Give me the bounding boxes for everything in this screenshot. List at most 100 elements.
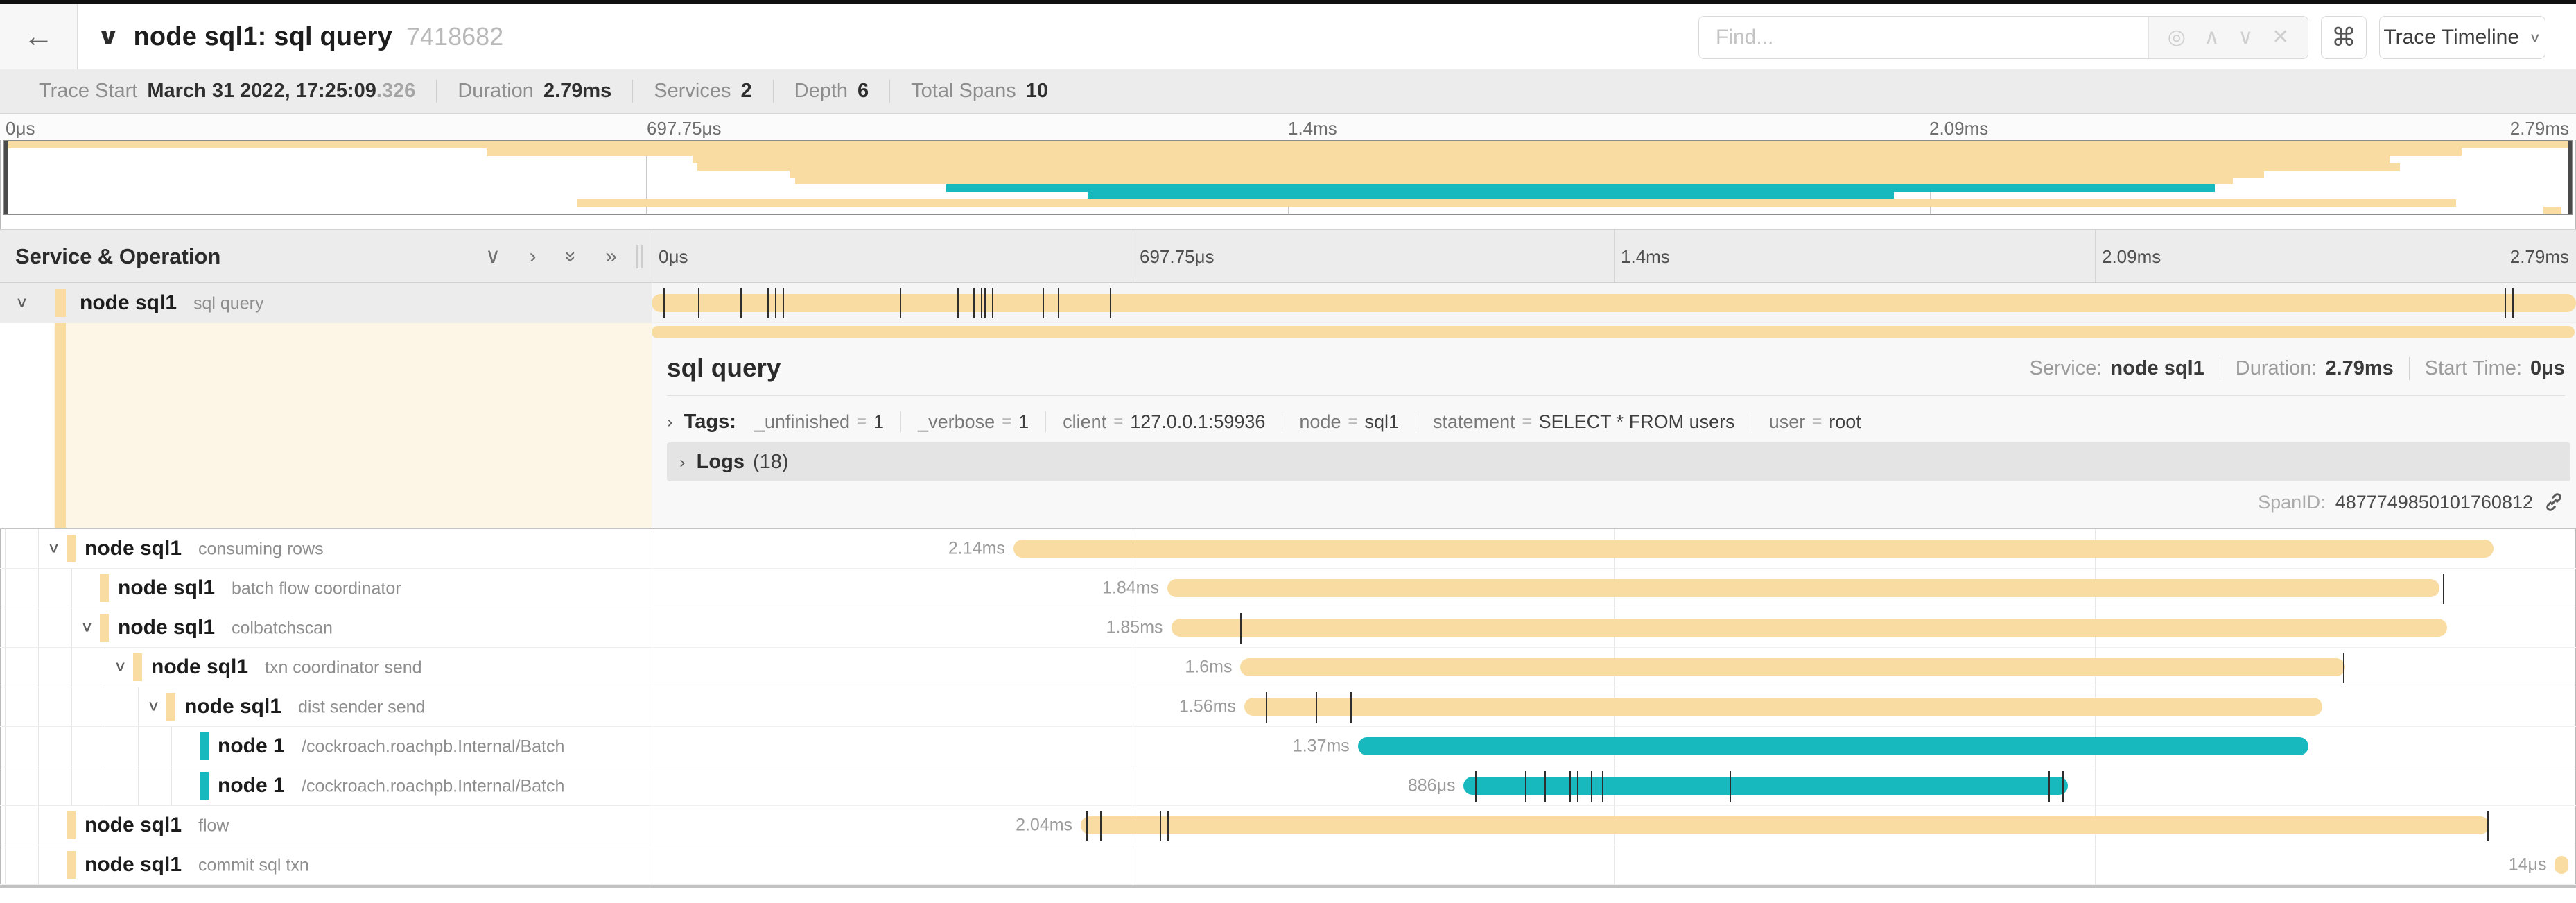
find-buttons: ◎ ∧ ∨ ✕ bbox=[2148, 17, 2308, 58]
detail-meta-item: Duration:2.79ms bbox=[2220, 357, 2409, 380]
tree-chevron-icon[interactable]: ∨ bbox=[80, 618, 94, 635]
span-bar-cell[interactable] bbox=[652, 283, 2576, 323]
service-operation-header: Service & Operation bbox=[15, 230, 220, 284]
find-next-icon[interactable]: ∨ bbox=[2238, 27, 2253, 48]
tree-chevron-icon[interactable]: ∨ bbox=[47, 539, 60, 556]
span-bar-cell[interactable]: 1.37ms bbox=[652, 727, 2576, 766]
column-resizer[interactable] bbox=[636, 245, 646, 268]
expand-all-icon[interactable]: » bbox=[605, 246, 617, 267]
trace-view-selector[interactable]: Trace Timeline ∨ bbox=[2379, 16, 2545, 59]
span-duration-bar[interactable] bbox=[1013, 540, 2494, 558]
operation-name: /cockroach.roachpb.Internal/Batch bbox=[302, 737, 564, 757]
trace-minimap[interactable] bbox=[3, 140, 2573, 215]
tags-accordion[interactable]: › Tags: _unfinished=1_verbose=1client=12… bbox=[667, 405, 1861, 438]
span-duration-bar[interactable] bbox=[2555, 856, 2568, 874]
logs-accordion[interactable]: › Logs (18) bbox=[667, 442, 2570, 481]
span-tree-cell[interactable]: ∨node sql1consuming rows bbox=[0, 529, 652, 569]
operation-name: colbatchscan bbox=[232, 619, 333, 639]
keyboard-shortcuts-button[interactable]: ⌘ bbox=[2321, 16, 2367, 59]
tree-indent-guide bbox=[5, 727, 6, 766]
find-input[interactable] bbox=[1699, 17, 2148, 58]
tree-chevron-icon[interactable]: ∨ bbox=[114, 657, 127, 675]
span-row: ∨node sql1txn coordinator send1.6ms bbox=[0, 648, 2576, 687]
detail-meta-label: Duration: bbox=[2236, 357, 2317, 380]
span-duration-bar[interactable] bbox=[1240, 658, 2344, 676]
tree-indent-guide bbox=[71, 608, 72, 647]
span-duration-bar[interactable] bbox=[1172, 619, 2447, 637]
span-bar-cell[interactable]: 1.84ms bbox=[652, 569, 2576, 608]
span-id-value: 4877749850101760812 bbox=[2335, 492, 2533, 513]
tree-indent-guide bbox=[5, 608, 6, 647]
tag-value: 1 bbox=[1018, 411, 1029, 433]
minimap-right-scrubber[interactable] bbox=[2568, 141, 2572, 214]
view-selector-label: Trace Timeline bbox=[2383, 26, 2519, 49]
span-bar-cell[interactable]: 1.85ms bbox=[652, 608, 2576, 648]
collapse-one-icon[interactable]: ∨ bbox=[485, 246, 501, 267]
span-tree-cell[interactable]: node 1/cockroach.roachpb.Internal/Batch bbox=[0, 727, 652, 766]
tree-indent-guide bbox=[5, 845, 6, 884]
span-tree-cell[interactable]: node sql1commit sql txn bbox=[0, 845, 652, 885]
span-bar-cell[interactable]: 1.56ms bbox=[652, 687, 2576, 727]
span-tree-cell[interactable]: node sql1batch flow coordinator bbox=[0, 569, 652, 608]
service-name: node 1 bbox=[218, 774, 285, 798]
locate-icon[interactable]: ◎ bbox=[2168, 27, 2186, 48]
minimap-canvas[interactable] bbox=[4, 141, 2572, 214]
span-bar-cell[interactable]: 14μs bbox=[652, 845, 2576, 885]
detail-span-bar[interactable] bbox=[652, 326, 2575, 338]
log-marker bbox=[1110, 288, 1111, 318]
log-marker bbox=[698, 288, 699, 318]
span-duration-bar[interactable] bbox=[652, 294, 2576, 312]
span-bar-cell[interactable]: 886μs bbox=[652, 766, 2576, 806]
log-marker bbox=[1577, 771, 1578, 802]
span-tree-cell[interactable]: ∨node sql1sql query bbox=[0, 283, 652, 323]
span-tree-cell[interactable]: node sql1flow bbox=[0, 806, 652, 845]
span-bar-cell[interactable]: 2.14ms bbox=[652, 529, 2576, 569]
log-marker bbox=[1058, 288, 1059, 318]
span-duration-label: 2.14ms bbox=[948, 539, 1005, 559]
minimap-span-bar bbox=[2543, 207, 2561, 214]
find-clear-icon[interactable]: ✕ bbox=[2272, 27, 2289, 48]
span-detail-title: sql query bbox=[667, 354, 781, 383]
span-duration-bar[interactable] bbox=[1358, 737, 2308, 755]
tree-chevron-icon[interactable]: ∨ bbox=[15, 293, 28, 311]
service-color-bar bbox=[133, 653, 142, 681]
log-marker bbox=[1591, 771, 1592, 802]
find-group: ◎ ∧ ∨ ✕ bbox=[1698, 16, 2308, 59]
summary-value-suffix: .326 bbox=[376, 80, 415, 103]
back-button[interactable]: ← bbox=[0, 4, 78, 69]
span-duration-bar[interactable] bbox=[1244, 698, 2322, 716]
command-icon: ⌘ bbox=[2331, 23, 2356, 52]
find-prev-icon[interactable]: ∧ bbox=[2204, 27, 2220, 48]
span-row: node 1/cockroach.roachpb.Internal/Batch8… bbox=[0, 766, 2576, 806]
summary-label: Depth bbox=[794, 80, 848, 103]
collapse-all-icon[interactable]: » bbox=[560, 251, 581, 263]
span-tree-cell[interactable]: node 1/cockroach.roachpb.Internal/Batch bbox=[0, 766, 652, 806]
tag-key: _unfinished bbox=[754, 411, 850, 433]
span-tree-cell[interactable]: ∨node sql1dist sender send bbox=[0, 687, 652, 727]
tag-equals: = bbox=[1113, 412, 1123, 431]
summary-label: Services bbox=[654, 80, 731, 103]
link-icon[interactable] bbox=[2543, 491, 2565, 513]
summary-item: Services2 bbox=[632, 80, 772, 103]
expand-one-icon[interactable]: › bbox=[530, 246, 537, 267]
tree-chevron-icon[interactable]: ∨ bbox=[147, 697, 160, 714]
trace-collapse-icon[interactable]: ∨ bbox=[97, 24, 119, 50]
span-row-selected: ∨node sql1sql query bbox=[0, 283, 2576, 323]
span-tree-cell[interactable]: ∨node sql1colbatchscan bbox=[0, 608, 652, 648]
tree-indent-guide bbox=[5, 687, 6, 726]
summary-item: Total Spans10 bbox=[889, 80, 1069, 103]
tag-equals: = bbox=[857, 412, 867, 431]
span-tree-cell[interactable]: ∨node sql1txn coordinator send bbox=[0, 648, 652, 687]
span-duration-bar[interactable] bbox=[1081, 816, 2489, 834]
span-duration-bar[interactable] bbox=[1463, 777, 2068, 795]
log-marker bbox=[984, 288, 986, 318]
tree-indent-guide bbox=[5, 766, 6, 805]
operation-name: batch flow coordinator bbox=[232, 579, 401, 599]
span-duration-bar[interactable] bbox=[1167, 579, 2439, 597]
minimap-left-scrubber[interactable] bbox=[4, 141, 8, 214]
log-marker bbox=[1043, 288, 1044, 318]
tree-indent-guide bbox=[71, 648, 72, 687]
tag-value: 1 bbox=[873, 411, 884, 433]
span-bar-cell[interactable]: 1.6ms bbox=[652, 648, 2576, 687]
span-bar-cell[interactable]: 2.04ms bbox=[652, 806, 2576, 845]
